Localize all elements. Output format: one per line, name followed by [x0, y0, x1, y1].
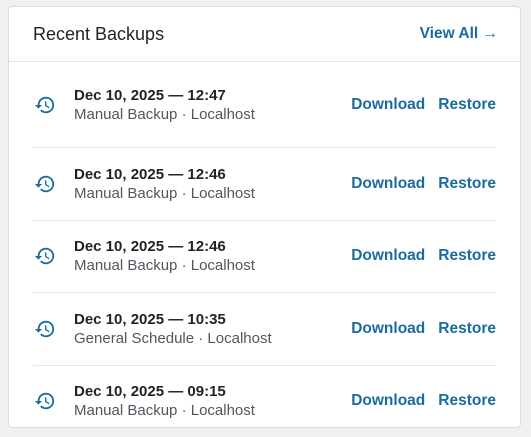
backup-meta: Manual Backup · Localhost [74, 185, 351, 202]
backup-row: Dec 10, 2025 — 10:35 General Schedule · … [33, 293, 496, 366]
recent-backups-panel: Recent Backups View All → Dec 10, 2025 —… [8, 6, 521, 428]
backup-row: Dec 10, 2025 — 09:15 Manual Backup · Loc… [33, 366, 496, 437]
backup-datetime: Dec 10, 2025 — 12:46 [74, 166, 351, 183]
backup-actions: Download Restore [351, 320, 496, 338]
download-link[interactable]: Download [351, 96, 425, 114]
backup-history-icon [34, 173, 56, 195]
backup-history-icon [34, 245, 56, 267]
backup-info: Dec 10, 2025 — 10:35 General Schedule · … [74, 311, 351, 347]
backup-actions: Download Restore [351, 96, 496, 114]
panel-header: Recent Backups View All → [9, 7, 520, 62]
restore-link[interactable]: Restore [438, 392, 496, 410]
download-link[interactable]: Download [351, 320, 425, 338]
backup-actions: Download Restore [351, 392, 496, 410]
restore-link[interactable]: Restore [438, 247, 496, 265]
backup-datetime: Dec 10, 2025 — 09:15 [74, 383, 351, 400]
backup-actions: Download Restore [351, 175, 496, 193]
backup-history-icon [34, 390, 56, 412]
download-link[interactable]: Download [351, 175, 425, 193]
restore-link[interactable]: Restore [438, 96, 496, 114]
backup-actions: Download Restore [351, 247, 496, 265]
backup-meta: Manual Backup · Localhost [74, 402, 351, 419]
view-all-link[interactable]: View All → [420, 25, 498, 43]
backup-row: Dec 10, 2025 — 12:46 Manual Backup · Loc… [33, 221, 496, 294]
backup-meta: General Schedule · Localhost [74, 330, 351, 347]
download-link[interactable]: Download [351, 392, 425, 410]
backup-info: Dec 10, 2025 — 09:15 Manual Backup · Loc… [74, 383, 351, 419]
panel-title: Recent Backups [33, 24, 164, 45]
backup-datetime: Dec 10, 2025 — 10:35 [74, 311, 351, 328]
restore-link[interactable]: Restore [438, 175, 496, 193]
backup-meta: Manual Backup · Localhost [74, 257, 351, 274]
backup-list: Dec 10, 2025 — 12:47 Manual Backup · Loc… [9, 62, 520, 437]
backup-row: Dec 10, 2025 — 12:46 Manual Backup · Loc… [33, 148, 496, 221]
backup-history-icon [34, 318, 56, 340]
backup-datetime: Dec 10, 2025 — 12:47 [74, 87, 351, 104]
download-link[interactable]: Download [351, 247, 425, 265]
backup-info: Dec 10, 2025 — 12:46 Manual Backup · Loc… [74, 238, 351, 274]
backup-row: Dec 10, 2025 — 12:47 Manual Backup · Loc… [33, 62, 496, 148]
backup-info: Dec 10, 2025 — 12:47 Manual Backup · Loc… [74, 87, 351, 123]
backup-meta: Manual Backup · Localhost [74, 106, 351, 123]
backup-datetime: Dec 10, 2025 — 12:46 [74, 238, 351, 255]
backup-history-icon [34, 94, 56, 116]
backup-info: Dec 10, 2025 — 12:46 Manual Backup · Loc… [74, 166, 351, 202]
restore-link[interactable]: Restore [438, 320, 496, 338]
